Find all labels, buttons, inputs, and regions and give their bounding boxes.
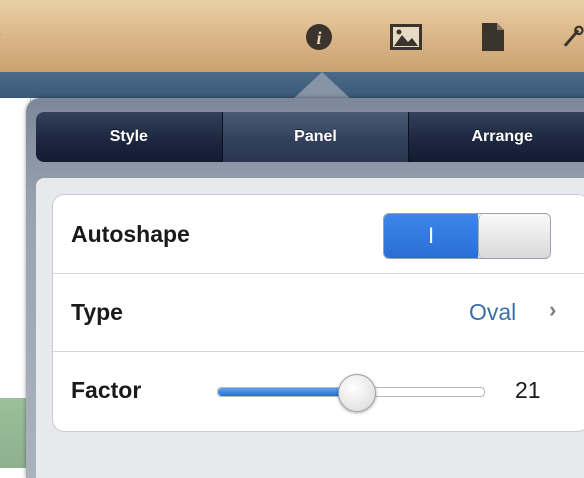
- factor-label: Factor: [71, 377, 142, 403]
- settings-group: Autoshape I Type Oval › Factor 21: [52, 194, 584, 432]
- image-icon[interactable]: [388, 22, 424, 52]
- top-toolbar: ‹ i: [0, 0, 584, 73]
- factor-slider[interactable]: [217, 374, 485, 412]
- inspector-tabs: Style Panel Arrange: [36, 112, 584, 162]
- autoshape-label: Autoshape: [71, 221, 190, 247]
- type-value: Oval: [469, 299, 517, 325]
- chevron-right-icon: ›: [549, 297, 557, 322]
- svg-text:i: i: [316, 28, 321, 48]
- factor-row: Factor 21: [53, 351, 584, 429]
- type-row[interactable]: Type Oval ›: [53, 273, 584, 352]
- type-label: Type: [71, 299, 123, 325]
- tab-arrange[interactable]: Arrange: [409, 112, 584, 162]
- info-icon[interactable]: i: [304, 22, 334, 52]
- factor-value: 21: [515, 377, 541, 403]
- tab-panel[interactable]: Panel: [222, 112, 410, 162]
- toolbar-left-edge-icon[interactable]: ‹: [0, 24, 1, 50]
- tools-icon[interactable]: [562, 22, 584, 52]
- popover-arrow: [292, 72, 352, 100]
- autoshape-toggle[interactable]: I: [383, 213, 551, 259]
- slider-fill: [218, 388, 357, 396]
- autoshape-row: Autoshape I: [53, 195, 584, 274]
- toggle-knob[interactable]: [478, 214, 550, 258]
- tab-style[interactable]: Style: [36, 112, 223, 162]
- toggle-on-indicator: I: [384, 214, 478, 258]
- slider-thumb[interactable]: [338, 374, 377, 412]
- inspector-popover: Style Panel Arrange Autoshape I Type Ova…: [26, 98, 584, 478]
- document-icon[interactable]: [478, 22, 508, 52]
- inspector-content: Autoshape I Type Oval › Factor 21: [36, 178, 584, 478]
